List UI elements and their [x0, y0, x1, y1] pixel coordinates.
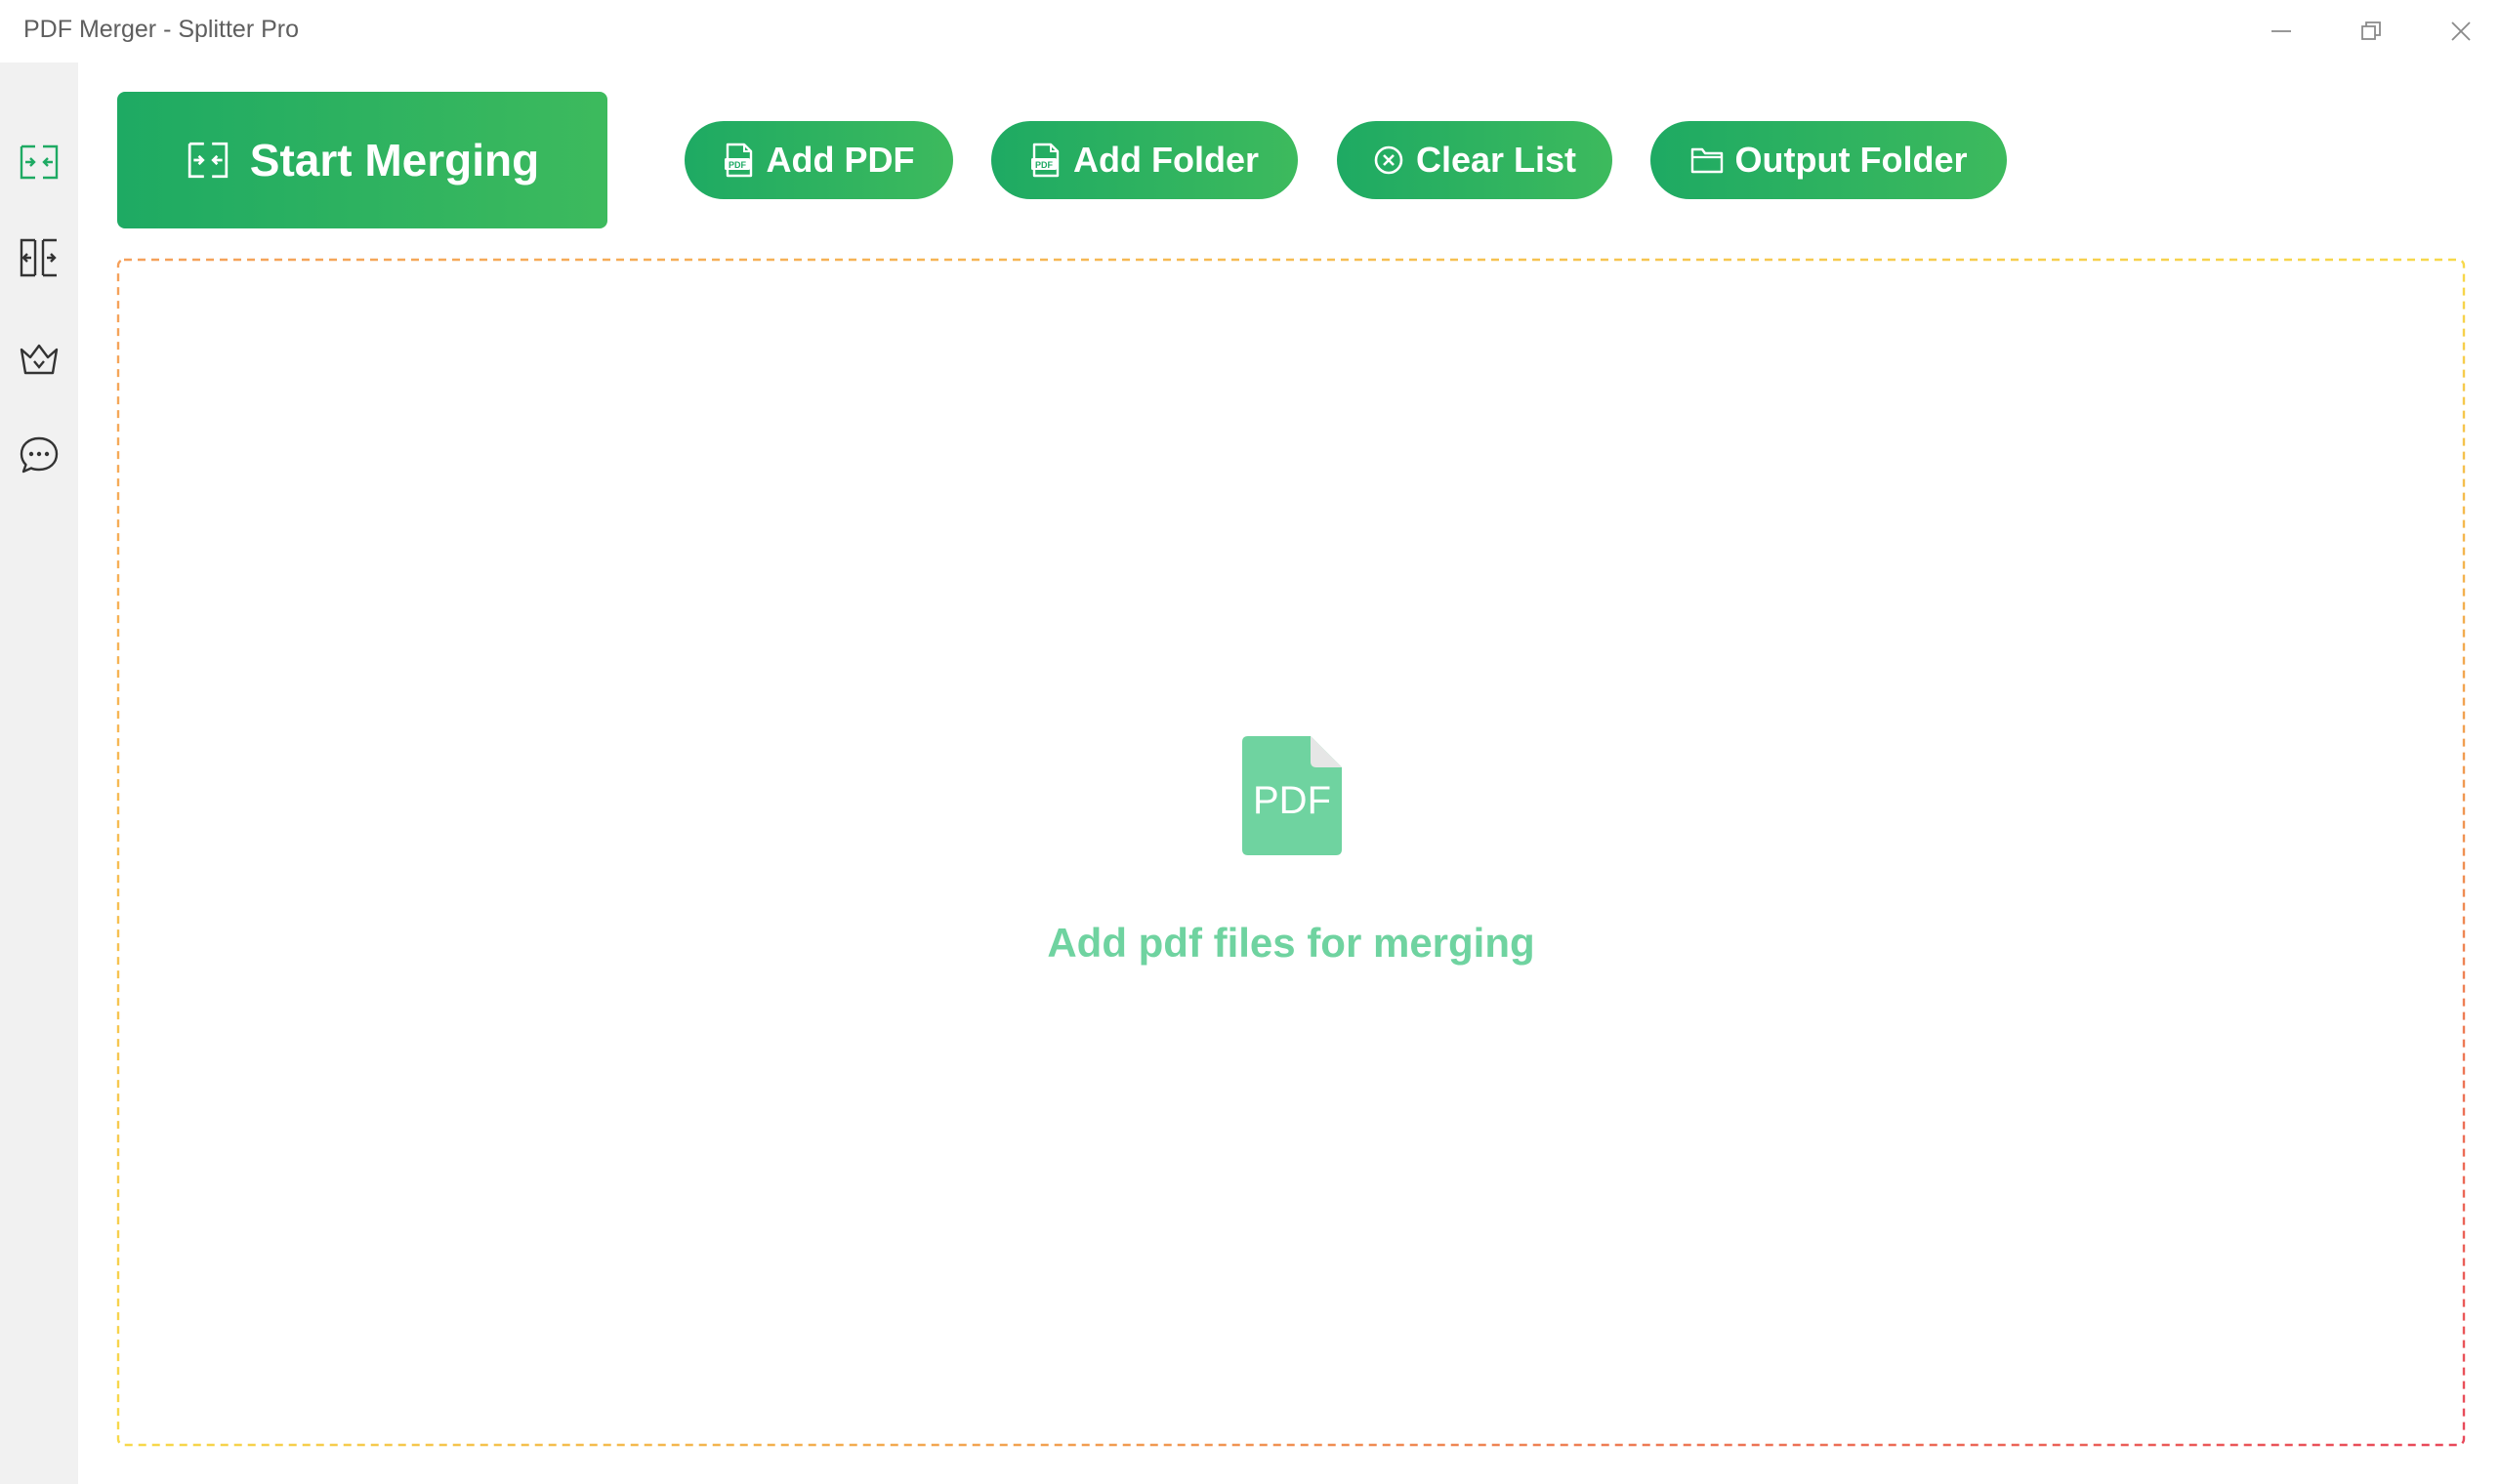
add-folder-button[interactable]: PDF Add Folder: [991, 121, 1298, 199]
clear-list-label: Clear List: [1415, 140, 1577, 180]
split-icon: [20, 238, 57, 277]
minimize-button[interactable]: [2236, 0, 2326, 62]
sidebar-item-split[interactable]: [0, 219, 78, 297]
add-folder-label: Add Folder: [1073, 140, 1259, 180]
start-merging-button[interactable]: Start Merging: [117, 92, 607, 228]
pdf-document-icon: PDF: [1242, 736, 1342, 855]
start-merging-label: Start Merging: [249, 135, 540, 186]
minimize-icon: [2271, 30, 2291, 32]
app-title: PDF Merger - Splitter Pro: [23, 16, 300, 43]
close-icon: [2451, 21, 2471, 41]
file-drop-zone[interactable]: PDF Add pdf files for merging: [116, 258, 2466, 1447]
merge-icon: [188, 142, 228, 179]
pdf-file-icon: PDF: [724, 143, 752, 178]
clear-circle-x-icon: [1374, 145, 1403, 175]
output-folder-label: Output Folder: [1734, 140, 1968, 180]
restore-icon: [2361, 21, 2381, 40]
pdf-icon-label: PDF: [1253, 779, 1331, 822]
restore-button[interactable]: [2326, 0, 2416, 62]
clear-list-button[interactable]: Clear List: [1337, 121, 1612, 199]
sidebar-item-merge[interactable]: [0, 123, 78, 201]
pdf-file-icon: PDF: [1031, 143, 1060, 178]
title-bar: PDF Merger - Splitter Pro: [0, 0, 2500, 62]
close-button[interactable]: [2416, 0, 2500, 62]
svg-text:PDF: PDF: [729, 160, 747, 170]
crown-icon: [20, 344, 59, 375]
merge-icon: [20, 144, 59, 180]
output-folder-button[interactable]: Output Folder: [1650, 121, 2007, 199]
add-pdf-button[interactable]: PDF Add PDF: [685, 121, 953, 199]
add-pdf-label: Add PDF: [766, 140, 915, 180]
sidebar-item-feedback[interactable]: [0, 416, 78, 494]
svg-text:PDF: PDF: [1035, 160, 1054, 170]
chat-bubble-icon: [20, 436, 59, 474]
empty-state: PDF Add pdf files for merging: [116, 258, 2466, 1447]
sidebar-item-premium[interactable]: [0, 320, 78, 398]
empty-state-message: Add pdf files for merging: [1047, 920, 1535, 966]
folder-icon: [1690, 147, 1723, 174]
sidebar: [0, 62, 78, 1484]
